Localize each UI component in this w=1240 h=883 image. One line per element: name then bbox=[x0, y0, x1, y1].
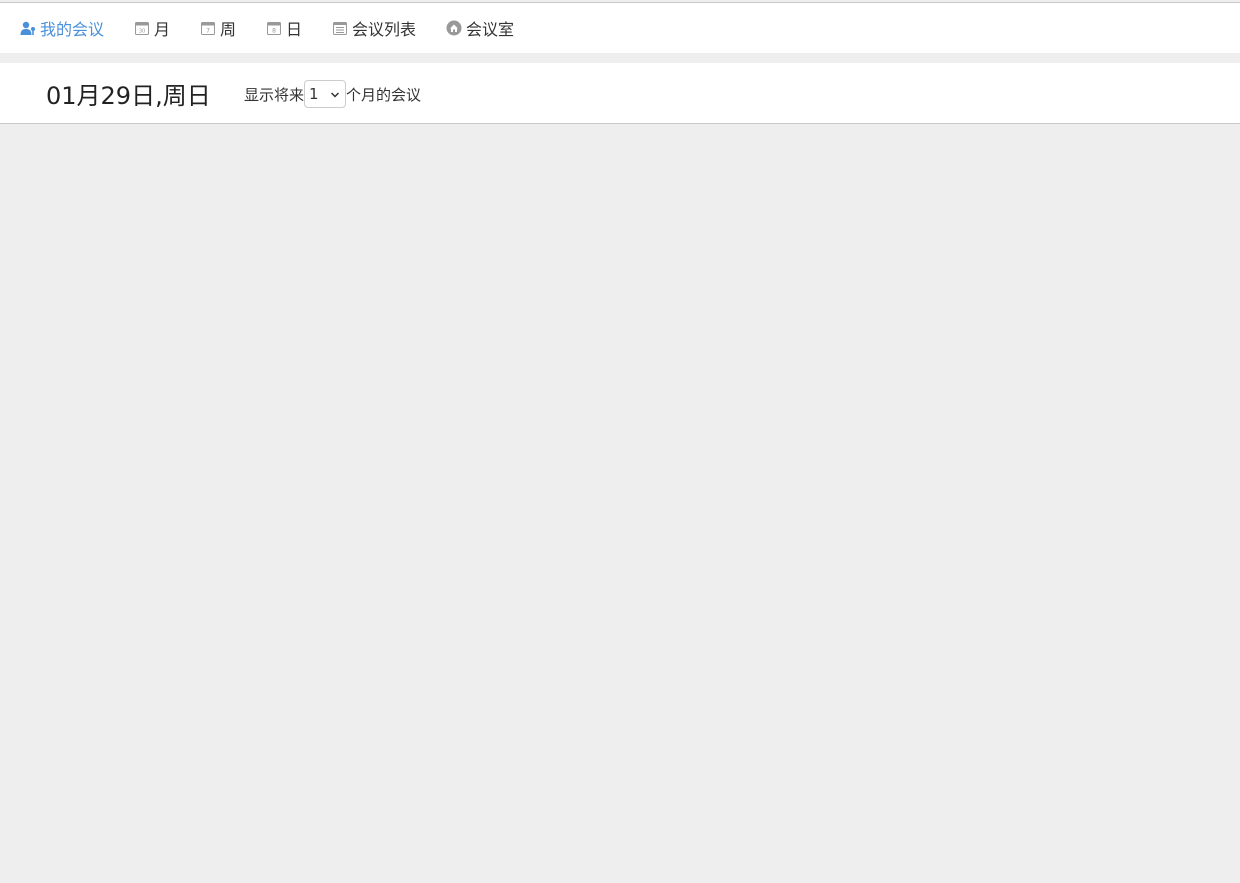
nav-week-label: 周 bbox=[220, 20, 237, 39]
calendar-week-icon: 7 bbox=[200, 20, 216, 36]
header-bar: 01月29日,周日 显示将来 1 个月的会议 bbox=[0, 63, 1240, 124]
meetings-content-area bbox=[0, 124, 1240, 883]
nav-month-label: 月 bbox=[154, 20, 171, 39]
nav-meeting-room-label: 会议室 bbox=[466, 20, 515, 39]
nav-month[interactable]: 30 月 bbox=[134, 17, 170, 39]
nav-week[interactable]: 7 周 bbox=[200, 17, 236, 39]
months-filter: 显示将来 1 个月的会议 bbox=[244, 79, 421, 109]
date-title: 01月29日,周日 bbox=[46, 82, 211, 110]
day-icon-text: 8 bbox=[272, 28, 276, 35]
list-icon bbox=[332, 20, 348, 36]
calendar-month-icon: 30 bbox=[134, 20, 150, 36]
nav-bar: 我的会议 30 月 7 周 8 日 会议列表 会议室 bbox=[0, 3, 1240, 53]
nav-meeting-room[interactable]: 会议室 bbox=[446, 17, 514, 39]
month-icon-text: 30 bbox=[139, 29, 145, 35]
gap-strip bbox=[0, 53, 1240, 63]
nav-meeting-list[interactable]: 会议列表 bbox=[332, 17, 416, 39]
user-icon bbox=[20, 20, 36, 36]
show-prefix-label: 显示将来 bbox=[244, 85, 305, 104]
nav-meeting-list-label: 会议列表 bbox=[352, 20, 417, 39]
nav-day-label: 日 bbox=[286, 20, 303, 39]
nav-my-meetings-label: 我的会议 bbox=[40, 20, 105, 39]
week-icon-text: 7 bbox=[206, 28, 210, 35]
months-select[interactable]: 1 bbox=[304, 80, 347, 108]
nav-my-meetings[interactable]: 我的会议 bbox=[20, 17, 104, 39]
show-suffix-label: 个月的会议 bbox=[346, 85, 422, 104]
calendar-day-icon: 8 bbox=[266, 20, 282, 36]
chevron-down-icon bbox=[330, 85, 340, 103]
months-select-value: 1 bbox=[309, 85, 319, 103]
room-icon bbox=[446, 20, 462, 36]
nav-day[interactable]: 8 日 bbox=[266, 17, 302, 39]
